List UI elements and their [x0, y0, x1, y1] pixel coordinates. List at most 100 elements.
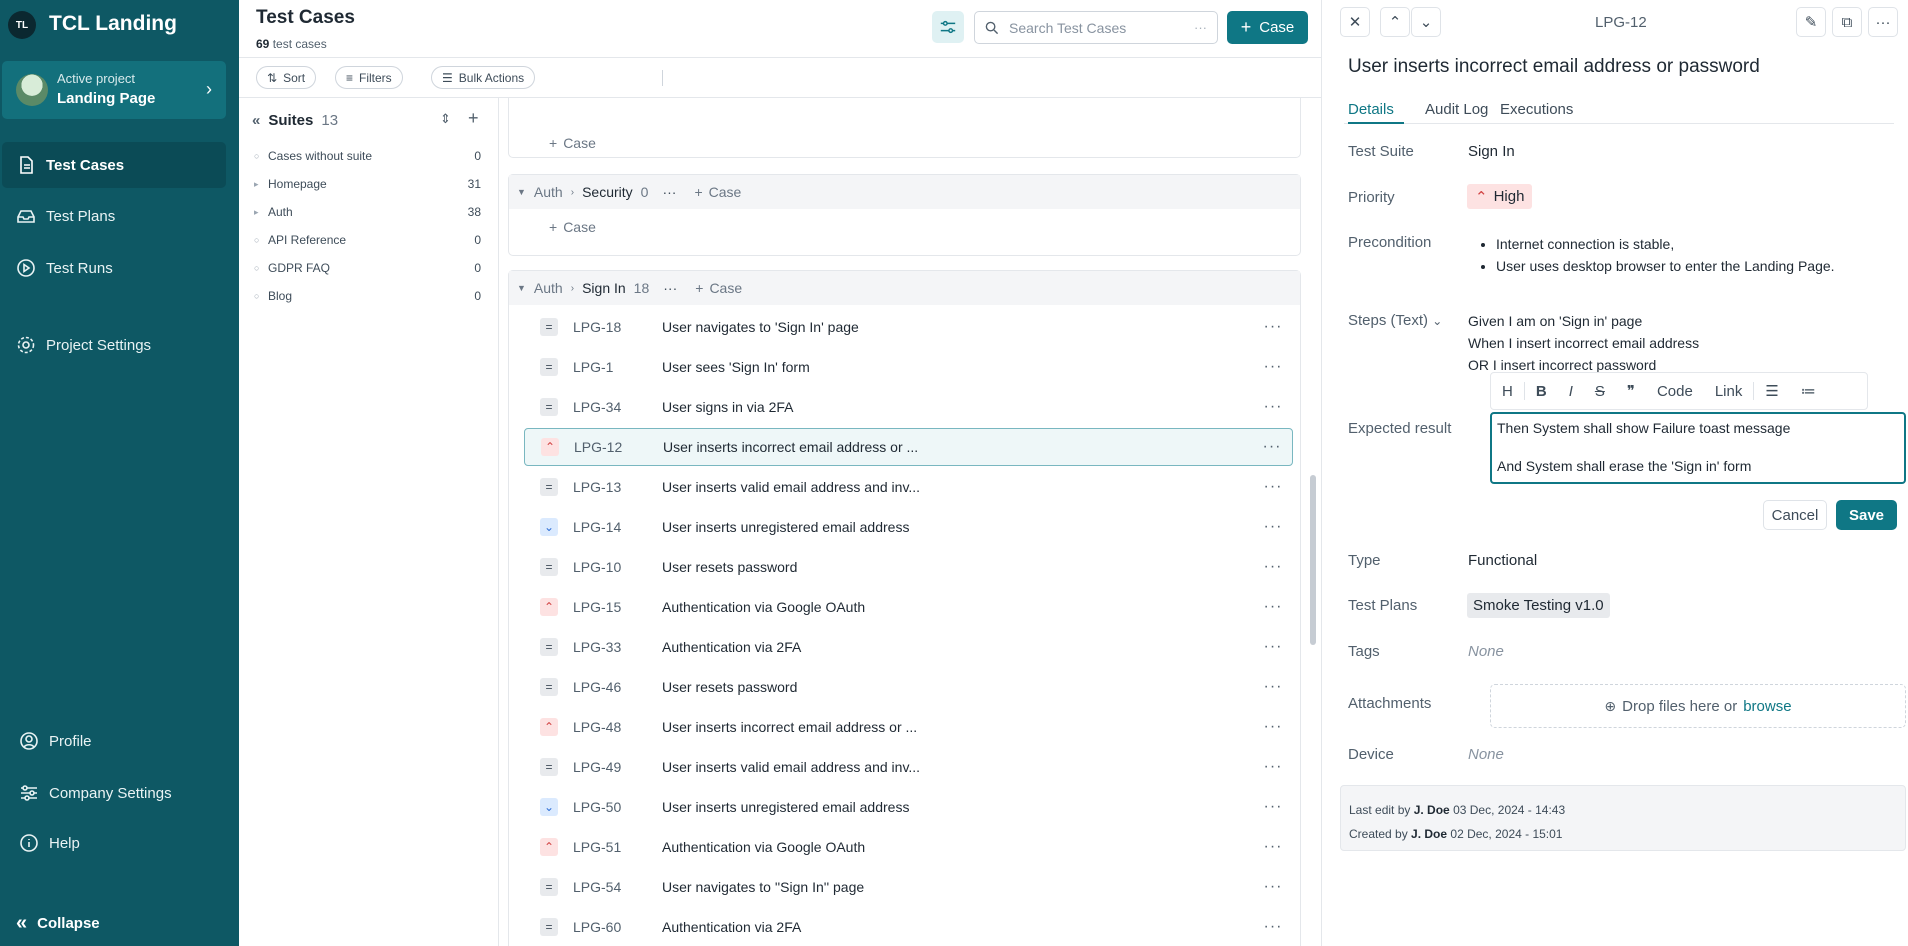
- expected-result-editor[interactable]: Then System shall show Failure toast mes…: [1490, 412, 1906, 484]
- more-icon[interactable]: ···: [1253, 798, 1293, 816]
- group-header[interactable]: ▼ Auth › Security 0 ··· + Case: [509, 175, 1300, 209]
- collapse-button[interactable]: « Collapse: [2, 900, 226, 946]
- nav-project-settings[interactable]: Project Settings: [2, 322, 226, 368]
- bullet-list-icon[interactable]: ☰: [1754, 382, 1789, 400]
- more-button[interactable]: ···: [1868, 7, 1898, 37]
- case-row[interactable]: = LPG-33 Authentication via 2FA ···: [524, 628, 1293, 666]
- more-icon[interactable]: ···: [663, 280, 677, 296]
- tab-executions[interactable]: Executions: [1500, 101, 1573, 118]
- previous-case-button[interactable]: ⌃: [1380, 7, 1410, 37]
- workspace-logo[interactable]: TL: [8, 11, 36, 39]
- add-suite-icon[interactable]: +: [468, 108, 479, 129]
- more-icon[interactable]: ···: [1253, 358, 1293, 376]
- suite-item[interactable]: ▸ Homepage 31: [254, 177, 481, 191]
- suite-value[interactable]: Sign In: [1468, 143, 1515, 160]
- steps-text[interactable]: Given I am on 'Sign in' page When I inse…: [1468, 310, 1699, 376]
- device-value[interactable]: None: [1468, 746, 1504, 763]
- heading-icon[interactable]: H: [1491, 383, 1524, 400]
- cancel-button[interactable]: Cancel: [1763, 500, 1827, 530]
- nav-test-plans[interactable]: Test Plans: [2, 193, 226, 239]
- sort-button[interactable]: ⇅ Sort: [256, 66, 317, 89]
- strikethrough-icon[interactable]: S: [1584, 383, 1616, 400]
- filters-button[interactable]: ≡ Filters: [335, 66, 403, 89]
- caret-down-icon[interactable]: ▼: [517, 283, 526, 293]
- suite-item[interactable]: ○ Cases without suite 0: [254, 149, 481, 163]
- case-row[interactable]: = LPG-34 User signs in via 2FA ···: [524, 388, 1293, 426]
- suite-item[interactable]: ▸ Auth 38: [254, 205, 481, 219]
- workspace-name[interactable]: TCL Landing: [49, 12, 177, 36]
- case-row[interactable]: ⌃ LPG-12 User inserts incorrect email addr…: [524, 428, 1293, 466]
- nav-profile[interactable]: Profile: [2, 718, 226, 764]
- priority-badge[interactable]: ⌃ High: [1467, 184, 1533, 209]
- bulk-actions-button[interactable]: ☰ Bulk Actions: [431, 66, 536, 89]
- tags-value[interactable]: None: [1468, 643, 1504, 660]
- browse-link[interactable]: browse: [1743, 698, 1791, 715]
- type-value[interactable]: Functional: [1468, 552, 1537, 569]
- more-icon[interactable]: ···: [1253, 518, 1293, 536]
- more-icon[interactable]: ···: [1253, 598, 1293, 616]
- duplicate-button[interactable]: ⧉: [1832, 7, 1862, 37]
- italic-icon[interactable]: I: [1558, 383, 1584, 400]
- close-button[interactable]: ✕: [1340, 7, 1370, 37]
- case-row[interactable]: ⌃ LPG-51 Authentication via Google OAuth ··…: [524, 828, 1293, 866]
- test-plan-chip[interactable]: Smoke Testing v1.0: [1467, 593, 1610, 618]
- more-icon[interactable]: ···: [1252, 438, 1292, 456]
- scrollbar[interactable]: [1310, 475, 1316, 645]
- save-button[interactable]: Save: [1836, 500, 1897, 530]
- case-row[interactable]: = LPG-10 User resets password ···: [524, 548, 1293, 586]
- nav-help[interactable]: Help: [2, 820, 226, 866]
- suite-item[interactable]: ○ API Reference 0: [254, 233, 481, 247]
- more-icon[interactable]: ···: [1253, 718, 1293, 736]
- add-case-link[interactable]: + Case: [695, 280, 742, 296]
- numbered-list-icon[interactable]: ≔: [1790, 382, 1827, 400]
- case-row[interactable]: = LPG-1 User sees 'Sign In' form ···: [524, 348, 1293, 386]
- attachments-dropzone[interactable]: ⊕ Drop files here or browse: [1490, 684, 1906, 728]
- tab-audit-log[interactable]: Audit Log: [1425, 101, 1488, 118]
- add-case-link[interactable]: + Case: [549, 219, 596, 235]
- code-button[interactable]: Code: [1646, 383, 1704, 400]
- tab-details[interactable]: Details: [1348, 101, 1394, 118]
- precondition-list[interactable]: Internet connection is stable, User uses…: [1484, 233, 1835, 277]
- suite-item[interactable]: ○ Blog 0: [254, 289, 481, 303]
- more-icon[interactable]: ···: [662, 184, 676, 200]
- bold-icon[interactable]: B: [1525, 383, 1558, 400]
- quote-icon[interactable]: ❞: [1616, 382, 1646, 400]
- collapse-suites-icon[interactable]: «: [252, 112, 260, 129]
- add-case-button[interactable]: + Case: [1227, 11, 1308, 44]
- case-row[interactable]: = LPG-54 User navigates to ''Sign In'' pag…: [524, 868, 1293, 906]
- caret-down-icon[interactable]: ▼: [517, 187, 526, 197]
- add-case-link[interactable]: + Case: [549, 135, 596, 151]
- active-project-switcher[interactable]: Active project Landing Page ›: [2, 61, 226, 119]
- nav-test-runs[interactable]: Test Runs: [2, 245, 226, 291]
- nav-company-settings[interactable]: Company Settings: [2, 770, 226, 816]
- case-row[interactable]: = LPG-49 User inserts valid email address …: [524, 748, 1293, 786]
- case-row[interactable]: ⌃ LPG-15 Authentication via Google OAuth ··…: [524, 588, 1293, 626]
- view-settings-button[interactable]: [932, 11, 964, 43]
- add-case-link[interactable]: + Case: [694, 184, 741, 200]
- more-icon[interactable]: ···: [1253, 398, 1293, 416]
- more-icon[interactable]: ···: [1253, 758, 1293, 776]
- case-row[interactable]: = LPG-18 User navigates to 'Sign In' page ·…: [524, 308, 1293, 346]
- more-icon[interactable]: ···: [1253, 478, 1293, 496]
- edit-button[interactable]: ✎: [1796, 7, 1826, 37]
- group-header[interactable]: ▼ Auth › Sign In 18 ··· + Case: [509, 271, 1300, 305]
- more-icon[interactable]: ···: [1253, 318, 1293, 336]
- case-row[interactable]: = LPG-60 Authentication via 2FA ···: [524, 908, 1293, 946]
- more-icon[interactable]: ···: [1253, 918, 1293, 936]
- case-row[interactable]: ⌄ LPG-14 User inserts unregistered email a…: [524, 508, 1293, 546]
- more-icon[interactable]: ···: [1253, 678, 1293, 696]
- more-icon[interactable]: ···: [1253, 838, 1293, 856]
- case-row[interactable]: ⌄ LPG-50 User inserts unregistered email a…: [524, 788, 1293, 826]
- suite-item[interactable]: ○ GDPR FAQ 0: [254, 261, 481, 275]
- case-row[interactable]: ⌃ LPG-48 User inserts incorrect email addr…: [524, 708, 1293, 746]
- more-icon[interactable]: ···: [1253, 558, 1293, 576]
- search-input[interactable]: Search Test Cases ···: [974, 11, 1218, 44]
- more-icon[interactable]: ···: [1253, 878, 1293, 896]
- nav-test-cases[interactable]: Test Cases: [2, 142, 226, 188]
- link-button[interactable]: Link: [1704, 383, 1754, 400]
- more-icon[interactable]: ···: [1253, 638, 1293, 656]
- case-row[interactable]: = LPG-13 User inserts valid email address …: [524, 468, 1293, 506]
- case-row[interactable]: = LPG-46 User resets password ···: [524, 668, 1293, 706]
- next-case-button[interactable]: ⌄: [1411, 7, 1441, 37]
- expand-collapse-icon[interactable]: ⇕: [440, 111, 451, 127]
